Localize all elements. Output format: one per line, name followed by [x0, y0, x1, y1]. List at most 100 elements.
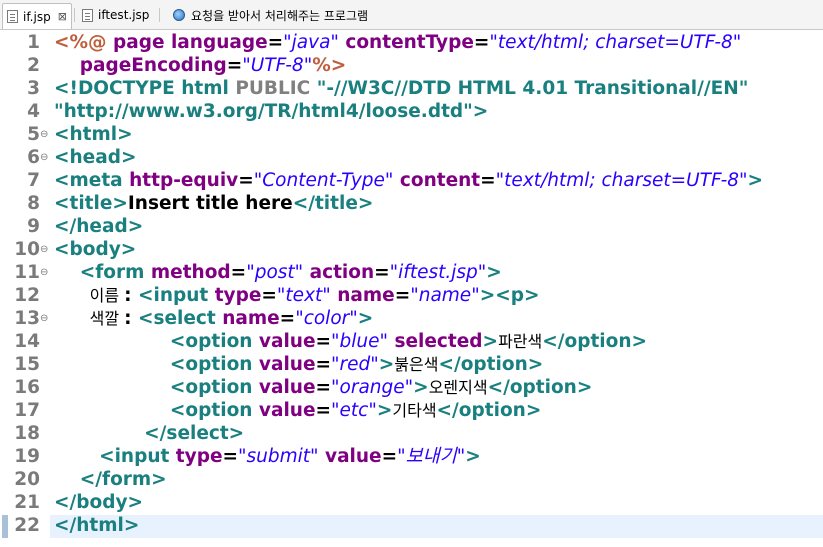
line-number: 15	[14, 354, 40, 375]
code-token: </option>	[436, 400, 542, 421]
tab-separator	[74, 8, 75, 22]
code-line[interactable]: 15 <option value="red">붉은색</option>	[0, 353, 823, 376]
code-token: </option>	[487, 377, 593, 398]
code-line[interactable]: 9 </head>	[0, 215, 823, 238]
code-token: content	[393, 170, 481, 191]
line-number: 10	[14, 239, 40, 260]
code-token: =	[279, 308, 296, 329]
code-token: contentType	[338, 32, 474, 53]
fold-toggle-icon[interactable]: ⊖	[40, 261, 48, 284]
code-token: <option	[54, 400, 259, 421]
code-token: "iftest.jsp"	[389, 262, 487, 283]
code-line[interactable]: 17 <option value="etc">기타색</option>	[0, 399, 823, 422]
code-token: "text/html; charset=UTF-8"	[495, 170, 748, 191]
code-token: >	[378, 354, 395, 375]
code-token: "name"	[410, 285, 480, 306]
code-line[interactable]: 14 <option value="blue" selected>파란색</op…	[0, 330, 823, 353]
code-token: "color"	[295, 308, 358, 329]
tab-label: 요청을 받아서 처리해주는 프로그램	[191, 8, 369, 23]
code-token: <meta	[54, 170, 130, 191]
tab-label: iftest.jsp	[98, 8, 150, 22]
code-token: <input	[137, 285, 215, 306]
code-text: <input type="submit" value="보내기">	[54, 445, 481, 468]
fold-toggle-icon[interactable]: ⊖	[40, 238, 48, 261]
code-line[interactable]: 20 </form>	[0, 468, 823, 491]
code-text: 색깔 : <select name="color">	[54, 307, 374, 330]
line-number: 22	[14, 515, 40, 536]
code-line[interactable]: 8 <title>Insert title here</title>	[0, 192, 823, 215]
code-token: =	[480, 170, 496, 191]
line-number: 6	[27, 147, 40, 168]
code-token: =	[222, 446, 239, 467]
code-line[interactable]: 16 <option value="orange">오렌지색</option>	[0, 376, 823, 399]
tab-if-jsp[interactable]: if.jsp ⊠	[2, 3, 72, 29]
code-editor[interactable]: 1 <%@ page language="java" contentType="t…	[0, 31, 823, 547]
code-token: =	[374, 262, 390, 283]
code-line[interactable]: 1 <%@ page language="java" contentType="t…	[0, 31, 823, 54]
code-line[interactable]: 3 <!DOCTYPE html PUBLIC "-//W3C//DTD HTML…	[0, 77, 823, 100]
code-token: "Content-Type"	[253, 170, 394, 191]
line-number: 2	[27, 55, 40, 76]
editor-tab-bar: if.jsp ⊠ iftest.jsp 요청을 받아서 처리해주는 프로그램	[0, 0, 823, 30]
fold-toggle-icon[interactable]: ⊖	[40, 307, 48, 330]
code-token: value	[258, 331, 316, 352]
fold-toggle-icon[interactable]: ⊖	[40, 123, 48, 146]
file-icon	[82, 8, 93, 22]
code-token: </head>	[54, 216, 144, 237]
code-line[interactable]: 6 ⊖ <head>	[0, 146, 823, 169]
code-token: "http://www.w3.org/TR/html4/loose.dtd">	[54, 101, 489, 122]
code-line[interactable]: 5 ⊖ <html>	[0, 123, 823, 146]
line-number: 17	[14, 400, 40, 421]
code-line[interactable]: 21 </body>	[0, 491, 823, 514]
code-token: <html>	[54, 124, 133, 145]
code-token: value	[258, 400, 316, 421]
code-text: <head>	[54, 146, 136, 169]
code-line[interactable]: 4 "http://www.w3.org/TR/html4/loose.dtd">	[0, 100, 823, 123]
globe-icon	[173, 9, 185, 21]
code-token: name	[222, 308, 280, 329]
code-token: :	[124, 285, 138, 306]
code-token: "red"	[331, 354, 379, 375]
code-token: <!DOCTYPE html	[54, 78, 236, 99]
code-line[interactable]: 11 ⊖ <form method="post" action="iftest.j…	[0, 261, 823, 284]
code-token: "-//W3C//DTD HTML 4.01 Transitional//EN"	[316, 78, 749, 99]
code-token: <body>	[54, 239, 137, 260]
code-text: <html>	[54, 123, 133, 146]
code-line[interactable]: 18 </select>	[0, 422, 823, 445]
code-line[interactable]: 2 pageEncoding="UTF-8"%>	[0, 54, 823, 77]
code-text: pageEncoding="UTF-8"%>	[54, 54, 347, 77]
code-text: </body>	[54, 491, 143, 514]
code-token: >	[747, 170, 764, 191]
fold-toggle-icon[interactable]: ⊖	[40, 146, 48, 169]
code-token: "submit"	[238, 446, 319, 467]
code-text: <option value="blue" selected>파란색</optio…	[54, 330, 647, 353]
code-line[interactable]: 10 ⊖ <body>	[0, 238, 823, 261]
code-token: "etc"	[331, 400, 377, 421]
line-number: 20	[14, 469, 40, 490]
code-token: "UTF-8"	[242, 55, 313, 76]
code-token: >	[357, 308, 374, 329]
code-token: </html>	[54, 515, 140, 536]
code-line[interactable]: 22 </html>	[0, 514, 823, 537]
code-token: "text/html; charset=UTF-8"	[489, 32, 742, 53]
code-token: =	[315, 331, 332, 352]
code-line[interactable]: 19 <input type="submit" value="보내기">	[0, 445, 823, 468]
close-icon[interactable]: ⊠	[58, 10, 67, 23]
code-token: value	[318, 446, 382, 467]
line-number: 8	[27, 193, 40, 214]
code-token: <option	[54, 377, 259, 398]
code-line[interactable]: 13 ⊖ 색깔 : <select name="color">	[0, 307, 823, 330]
code-token: =	[238, 170, 254, 191]
code-token: =	[381, 446, 398, 467]
code-token: PUBLIC	[235, 78, 317, 99]
code-token: <option	[54, 354, 259, 375]
tab-browser-preview[interactable]: 요청을 받아서 처리해주는 프로그램	[173, 4, 368, 26]
code-token: action	[303, 262, 375, 283]
code-token: >	[482, 331, 499, 352]
code-text: <title>Insert title here</title>	[54, 192, 373, 215]
code-line[interactable]: 12 이름 : <input type="text" name="name"><…	[0, 284, 823, 307]
code-token: "보내기"	[397, 446, 466, 467]
code-token: name	[330, 285, 395, 306]
tab-iftest-jsp[interactable]: iftest.jsp	[82, 4, 149, 26]
code-line[interactable]: 7 <meta http-equiv="Content-Type" content…	[0, 169, 823, 192]
